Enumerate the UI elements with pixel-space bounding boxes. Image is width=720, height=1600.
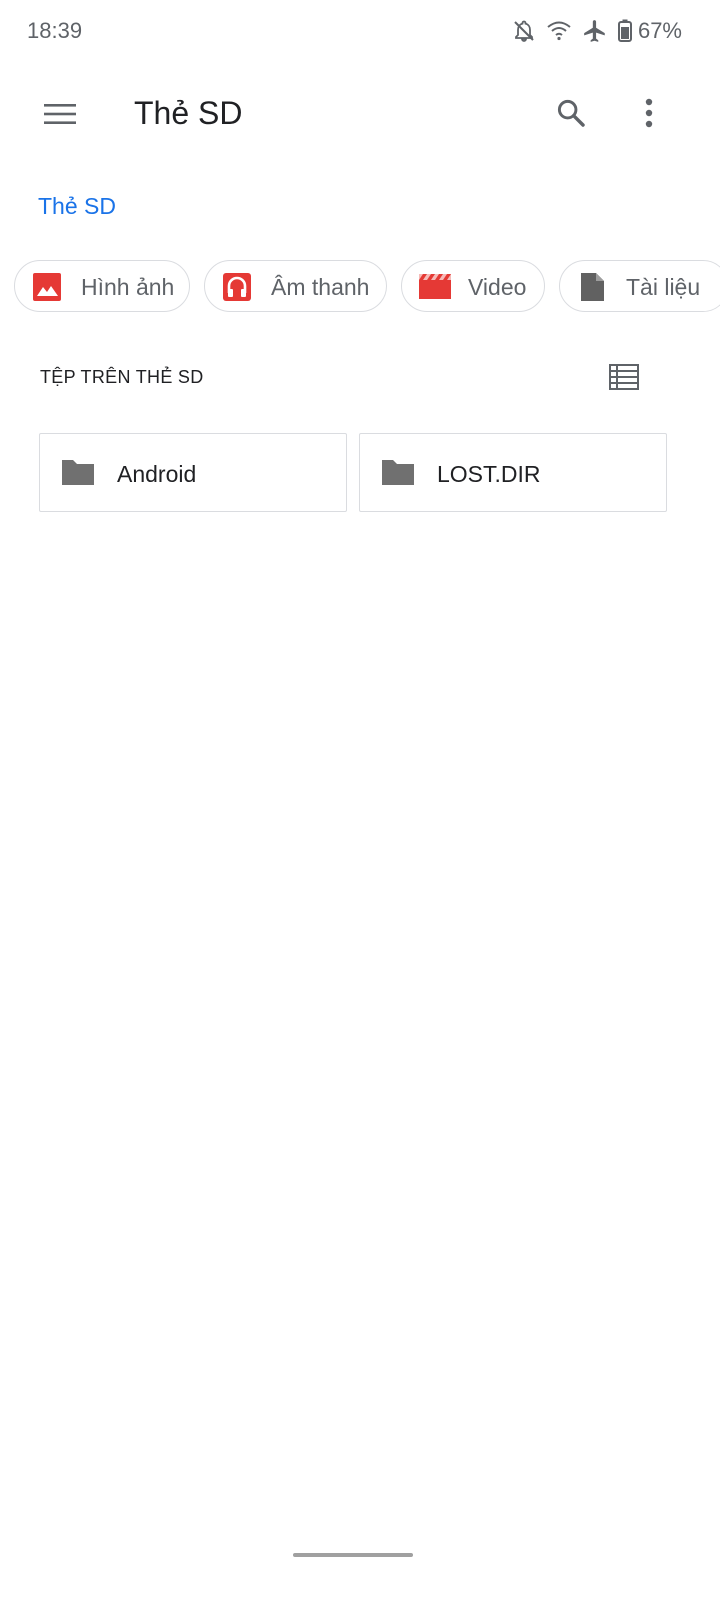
folder-card-lost-dir[interactable]: LOST.DIR	[359, 433, 667, 512]
chip-label: Video	[468, 274, 527, 300]
chip-label: Tài liệu	[626, 274, 701, 300]
airplane-icon	[582, 16, 608, 46]
chip-video[interactable]: Video	[401, 260, 545, 312]
folder-card-android[interactable]: Android	[39, 433, 347, 512]
list-view-icon[interactable]	[604, 357, 644, 397]
category-chips: Hình ảnh Âm thanh Video Tài liệu	[14, 260, 720, 314]
status-bar: 18:39 67%	[0, 0, 720, 62]
chip-label: Hình ảnh	[81, 274, 175, 300]
hamburger-menu-icon[interactable]	[34, 88, 86, 140]
status-icons: 67%	[502, 14, 682, 48]
document-icon	[576, 271, 608, 303]
chip-audio[interactable]: Âm thanh	[204, 260, 387, 312]
folder-name: LOST.DIR	[437, 461, 541, 487]
bell-off-icon	[512, 16, 536, 46]
folder-icon	[380, 457, 416, 492]
folder-icon	[60, 457, 96, 492]
app-bar: Thẻ SD	[0, 62, 720, 166]
chip-images[interactable]: Hình ảnh	[14, 260, 190, 312]
search-icon[interactable]	[548, 87, 594, 139]
chip-documents[interactable]: Tài liệu	[559, 260, 720, 312]
more-vert-icon[interactable]	[626, 87, 672, 139]
status-time: 18:39	[27, 18, 83, 43]
wifi-icon	[546, 16, 572, 46]
chip-label: Âm thanh	[271, 274, 370, 300]
gesture-nav-handle[interactable]	[293, 1553, 413, 1557]
movie-icon	[418, 271, 451, 303]
breadcrumb[interactable]: Thẻ SD	[38, 193, 116, 220]
battery-percent: 67%	[637, 18, 682, 43]
image-icon	[31, 271, 63, 303]
page-title: Thẻ SD	[134, 95, 243, 131]
battery-icon	[617, 16, 632, 46]
folder-name: Android	[117, 461, 197, 487]
section-title: TỆP TRÊN THẺ SD	[40, 367, 204, 387]
headphones-icon	[221, 271, 253, 303]
